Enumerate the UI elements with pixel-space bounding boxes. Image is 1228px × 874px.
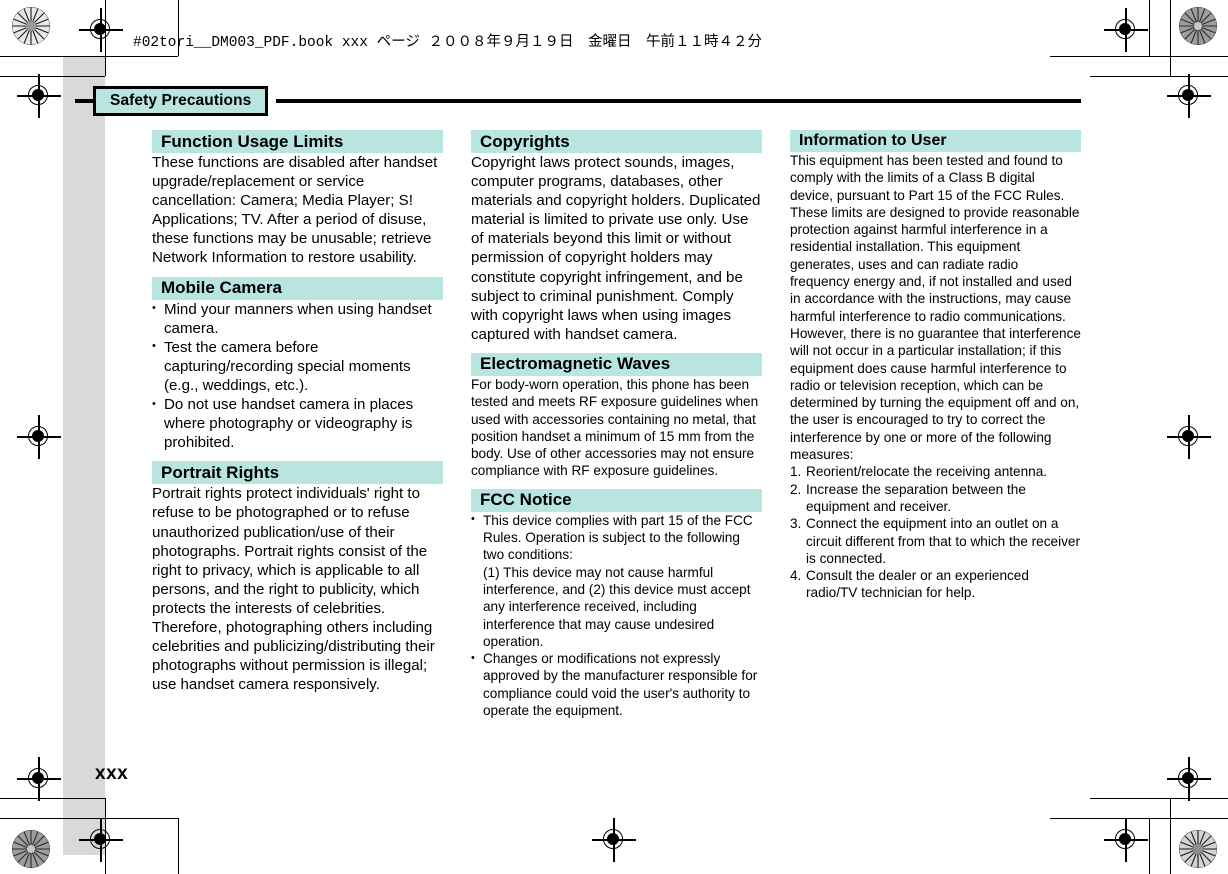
section-heading-function-usage-limits: Function Usage Limits — [152, 130, 443, 153]
page-number: xxx — [95, 763, 129, 784]
list-item: Mind your manners when using handset cam… — [152, 299, 443, 338]
section-heading-information-to-user: Information to User — [790, 130, 1081, 152]
section-body-copyrights: Copyright laws protect sounds, images, c… — [471, 154, 761, 343]
column-2: Copyrights Copyright laws protect sounds… — [471, 130, 762, 719]
list-item-text: Connect the equipment into an outlet on … — [806, 516, 1081, 566]
text-columns: Function Usage Limits These functions ar… — [0, 0, 1228, 874]
chapter-rule-right — [276, 99, 1081, 103]
section-body-function-usage-limits: These functions are disabled after hands… — [152, 154, 438, 267]
section-heading-copyrights: Copyrights — [471, 130, 762, 153]
list-item: Changes or modifications not expressly a… — [471, 650, 762, 719]
list-item: 3. Connect the equipment into an outlet … — [790, 515, 1081, 567]
list-item-text: Reorient/relocate the receiving antenna. — [806, 464, 1048, 480]
section-heading-electromagnetic-waves: Electromagnetic Waves — [471, 352, 762, 376]
section-heading-portrait-rights: Portrait Rights — [152, 461, 443, 485]
column-3: Information to User This equipment has b… — [790, 130, 1081, 602]
bullet-list-fcc-notice: This device complies with part 15 of the… — [471, 511, 762, 720]
list-item-text: This device complies with part 15 of the… — [483, 512, 753, 563]
list-item: Test the camera before capturing/recordi… — [152, 337, 443, 395]
section-heading-mobile-camera: Mobile Camera — [152, 276, 443, 300]
bullet-list-mobile-camera: Mind your manners when using handset cam… — [152, 299, 443, 453]
list-item-text: Increase the separation between the equi… — [806, 481, 1026, 514]
list-item-text: Consult the dealer or an experienced rad… — [806, 568, 1029, 601]
section-electromagnetic-waves: Electromagnetic Waves For body-worn oper… — [471, 352, 762, 480]
column-1: Function Usage Limits These functions ar… — [152, 130, 443, 694]
list-item-number: 3. — [790, 516, 802, 532]
list-item: Do not use handset camera in places wher… — [152, 395, 443, 452]
manual-page: #02tori__DM003_PDF.book xxx ページ ２００８年９月１… — [0, 0, 1228, 874]
list-item: This device complies with part 15 of the… — [471, 511, 762, 650]
list-item-number: 2. — [790, 481, 802, 497]
list-item: 4. Consult the dealer or an experienced … — [790, 567, 1081, 602]
chapter-tab-safety-precautions: Safety Precautions — [93, 86, 269, 116]
section-body-information-to-user: This equipment has been tested and found… — [790, 153, 1081, 463]
list-item-number: 4. — [790, 568, 802, 584]
section-body-portrait-rights: Portrait rights protect individuals' rig… — [152, 485, 435, 694]
section-body-electromagnetic-waves: For body-worn operation, this phone has … — [471, 376, 759, 479]
numbered-list-corrective-measures: 1. Reorient/relocate the receiving anten… — [790, 463, 1081, 601]
list-item: 2. Increase the separation between the e… — [790, 481, 1081, 516]
section-fcc-notice: FCC Notice This device complies with par… — [471, 488, 762, 720]
section-heading-fcc-notice: FCC Notice — [471, 488, 762, 512]
list-item: 1. Reorient/relocate the receiving anten… — [790, 463, 1081, 480]
list-item-number: 1. — [790, 464, 802, 480]
fcc-two-conditions-text: (1) This device may not cause harmful in… — [483, 564, 751, 649]
